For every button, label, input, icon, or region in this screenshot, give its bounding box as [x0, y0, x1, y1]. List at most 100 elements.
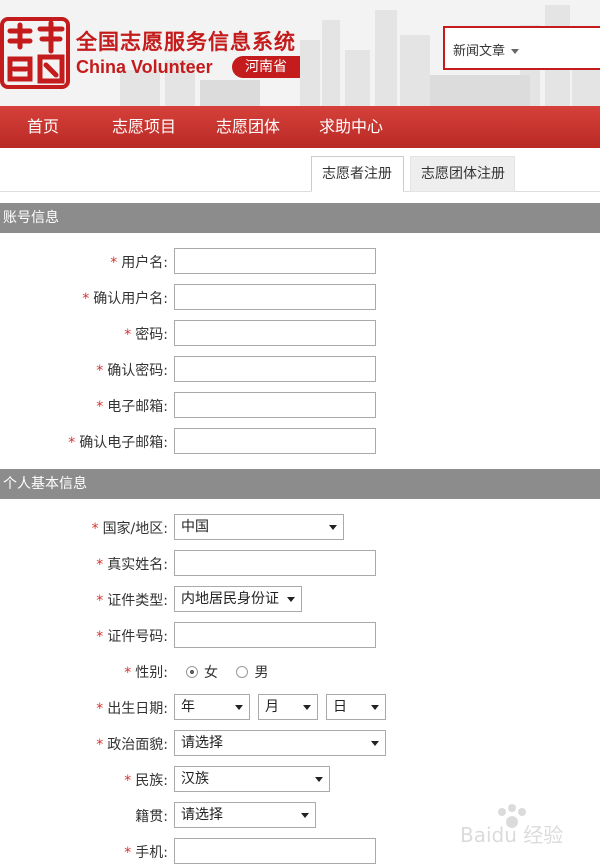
birth-month-value: 月	[265, 699, 279, 715]
birth-day-select[interactable]: 日	[326, 694, 386, 720]
password-label: 密码:	[135, 327, 168, 343]
id-type-label: 证件类型:	[107, 593, 168, 609]
required-mark: *	[82, 291, 90, 307]
form-row-id-number: * 证件号码:	[0, 622, 600, 652]
search-category-select[interactable]: 新闻文章	[453, 40, 520, 59]
real-name-label: 真实姓名:	[107, 557, 168, 573]
field-label: * 证件类型:	[96, 590, 168, 610]
confirm-email-input[interactable]	[174, 428, 376, 454]
required-mark: *	[96, 557, 104, 573]
username-input[interactable]	[174, 248, 376, 274]
birth-year-select[interactable]: 年	[174, 694, 250, 720]
form-row-gender: * 性别: 女 男	[0, 658, 600, 688]
required-mark: *	[96, 701, 104, 717]
form-row-country: * 国家/地区: 中国	[0, 514, 600, 544]
required-mark: *	[96, 629, 104, 645]
required-mark: *	[96, 593, 104, 609]
id-type-value: 内地居民身份证	[181, 591, 279, 607]
native-place-select[interactable]: 请选择	[174, 802, 316, 828]
nav-item-home[interactable]: 首页	[27, 106, 59, 148]
required-mark: *	[96, 737, 104, 753]
field-label: * 证件号码:	[96, 626, 168, 646]
gender-male-radio[interactable]	[236, 666, 249, 678]
site-title-en: China Volunteer	[76, 57, 213, 77]
birth-date-label: 出生日期:	[107, 701, 168, 717]
baidu-jingyan-watermark: Baidu 经验	[460, 804, 563, 847]
email-label: 电子邮箱:	[107, 399, 168, 415]
search-box[interactable]: 新闻文章	[443, 26, 600, 70]
ethnicity-select[interactable]: 汉族	[174, 766, 330, 792]
username-label: 用户名:	[121, 255, 168, 271]
dropdown-arrow-icon	[371, 741, 379, 746]
required-mark: *	[96, 363, 104, 379]
confirm-email-label: 确认电子邮箱:	[79, 435, 168, 451]
dropdown-arrow-icon	[329, 525, 337, 530]
nav-item-groups[interactable]: 志愿团体	[216, 106, 280, 148]
birth-day-value: 日	[333, 699, 347, 715]
political-status-select[interactable]: 请选择	[174, 730, 386, 756]
registration-tabs: 志愿者注册 志愿团体注册	[0, 148, 600, 192]
required-mark: *	[124, 773, 132, 789]
gender-male-label: 男	[254, 665, 269, 681]
form-row-confirm-password: * 确认密码:	[0, 356, 600, 386]
native-place-label: 籍贯:	[135, 809, 168, 825]
field-label: * 电子邮箱:	[96, 396, 168, 416]
country-select[interactable]: 中国	[174, 514, 344, 540]
form-row-id-type: * 证件类型: 内地居民身份证	[0, 586, 600, 616]
field-label: * 确认密码:	[96, 360, 168, 380]
dropdown-arrow-icon	[235, 705, 243, 710]
confirm-password-label: 确认密码:	[107, 363, 168, 379]
gender-female-radio[interactable]	[186, 666, 198, 678]
ethnicity-value: 汉族	[181, 771, 209, 787]
tab-volunteer-register[interactable]: 志愿者注册	[311, 156, 404, 192]
nav-item-projects[interactable]: 志愿项目	[112, 106, 176, 148]
site-header: 全国志愿服务信息系统 China Volunteer 河南省 新闻文章	[0, 0, 600, 106]
required-mark: *	[68, 435, 76, 451]
real-name-input[interactable]	[174, 550, 376, 576]
password-input[interactable]	[174, 320, 376, 346]
gender-label: 性别:	[135, 665, 168, 681]
id-number-label: 证件号码:	[107, 629, 168, 645]
mobile-label: 手机:	[135, 845, 168, 861]
main-nav: 首页 志愿项目 志愿团体 求助中心	[0, 106, 600, 148]
native-place-value: 请选择	[181, 807, 223, 823]
form-row-ethnicity: * 民族: 汉族	[0, 766, 600, 796]
id-type-select[interactable]: 内地居民身份证	[174, 586, 302, 612]
field-label: * 国家/地区:	[92, 518, 168, 538]
id-number-input[interactable]	[174, 622, 376, 648]
birth-month-select[interactable]: 月	[258, 694, 318, 720]
tab-group-register[interactable]: 志愿团体注册	[410, 156, 515, 192]
volunteer-seal-logo	[0, 17, 70, 89]
form-row-confirm-username: * 确认用户名:	[0, 284, 600, 314]
confirm-username-input[interactable]	[174, 284, 376, 310]
field-label: * 民族:	[124, 770, 168, 790]
field-label: 籍贯:	[135, 806, 168, 826]
gender-female-label: 女	[204, 665, 218, 681]
site-title-cn: 全国志愿服务信息系统	[76, 30, 296, 54]
political-status-value: 请选择	[181, 735, 223, 751]
field-label: * 密码:	[124, 324, 168, 344]
required-mark: *	[110, 255, 118, 271]
ethnicity-label: 民族:	[135, 773, 168, 789]
dropdown-arrow-icon	[371, 705, 379, 710]
confirm-password-input[interactable]	[174, 356, 376, 382]
email-input[interactable]	[174, 392, 376, 418]
required-mark: *	[124, 665, 132, 681]
field-label: * 真实姓名:	[96, 554, 168, 574]
form-row-confirm-email: * 确认电子邮箱:	[0, 428, 600, 458]
country-value: 中国	[181, 519, 209, 535]
field-label: * 性别:	[124, 662, 168, 682]
nav-item-help-center[interactable]: 求助中心	[319, 106, 383, 148]
form-row-email: * 电子邮箱:	[0, 392, 600, 422]
section-personal-header: 个人基本信息	[0, 469, 600, 499]
mobile-input[interactable]	[174, 838, 376, 864]
form-row-political-status: * 政治面貌: 请选择	[0, 730, 600, 760]
field-label: * 政治面貌:	[96, 734, 168, 754]
caret-down-icon	[511, 49, 520, 54]
form-row-password: * 密码:	[0, 320, 600, 350]
form-row-real-name: * 真实姓名:	[0, 550, 600, 580]
required-mark: *	[124, 327, 132, 343]
search-category-label: 新闻文章	[453, 44, 506, 59]
field-label: * 用户名:	[110, 252, 168, 272]
country-label: 国家/地区:	[102, 521, 168, 537]
